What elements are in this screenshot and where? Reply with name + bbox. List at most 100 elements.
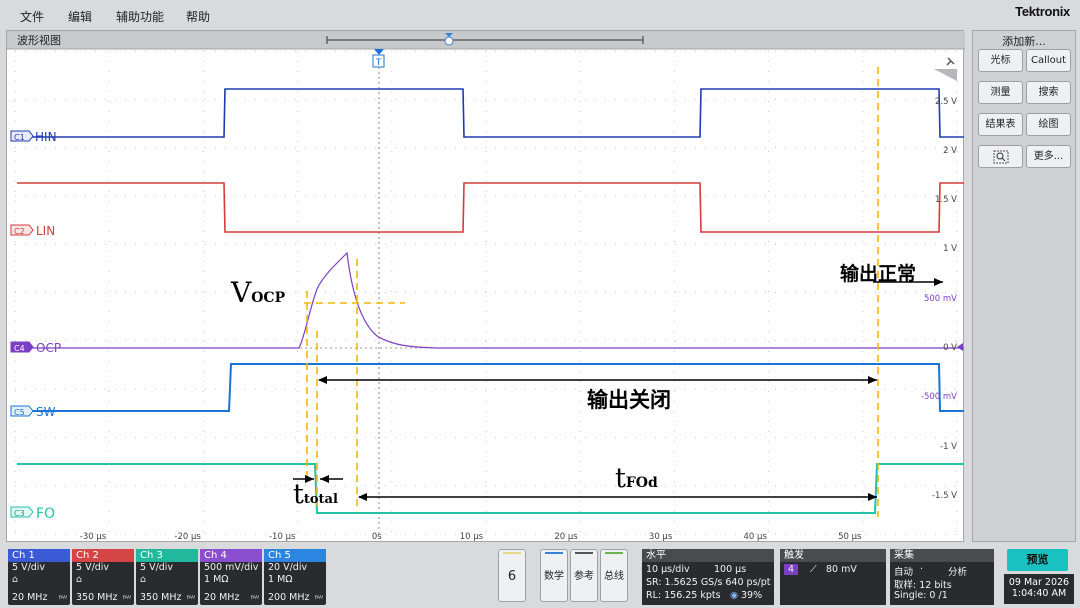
menu-edit[interactable]: 编辑	[68, 8, 92, 25]
single-count: Single: 0 /1	[894, 590, 948, 601]
channel-bandwidth: 350 MHz	[140, 592, 182, 603]
vertical-scale-label: 0 V	[943, 343, 957, 353]
channel-bandwidth: 20 MHz	[204, 592, 240, 603]
channel-badge-title: Ch 1	[8, 549, 70, 562]
channel-badge-3[interactable]: Ch 35 V/div ⌂ 350 MHz ᴮᵂ	[136, 549, 198, 605]
bus-indicator-line	[605, 552, 623, 554]
probe-icon: ⌂	[76, 573, 83, 585]
channel-bandwidth: 200 MHz	[268, 592, 310, 603]
channel-name-text: OCP	[36, 341, 61, 355]
waveform-ocp	[15, 251, 964, 349]
channel-badge-text: C5	[14, 408, 25, 417]
channel-bandwidth: 20 MHz	[12, 592, 48, 603]
channel-label-ocp[interactable]: C4 OCP	[10, 341, 61, 355]
channel-badge-title: Ch 3	[136, 549, 198, 562]
channel-bandwidth: 350 MHz	[76, 592, 118, 603]
trigger-settings[interactable]: 触发 4 ⟋ 80 mV	[780, 549, 886, 605]
channel-badge-4[interactable]: Ch 4 500 mV/div 1 MΩ 20 MHz ᴮᵂ	[200, 549, 262, 605]
time-axis-label: -10 μs	[269, 532, 296, 542]
time-axis-label: 50 μs	[838, 532, 862, 542]
bandwidth-limit-icon: ᴮᵂ	[58, 594, 67, 603]
sample-bits: 取样: 12 bits	[894, 580, 952, 591]
bus-button[interactable]: 总线	[600, 549, 628, 602]
bandwidth-limit-icon: ᴮᵂ	[314, 594, 323, 603]
waveform-lin	[17, 182, 964, 233]
sample-rate: SR: 1.5625 GS/s 640 ps/pt	[646, 577, 771, 588]
record-length: RL: 156.25 kpts	[646, 590, 721, 601]
horizontal-position-icon: ◉	[730, 590, 739, 601]
acquisition-title: 采集	[890, 549, 994, 562]
graticule	[14, 50, 958, 535]
wrench-icon[interactable]	[934, 57, 957, 81]
reference-button[interactable]: 参考	[570, 549, 598, 602]
time-axis-label: 30 μs	[649, 532, 673, 542]
more-button[interactable]: 更多...	[1026, 145, 1071, 168]
vertical-scale-label: 2 V	[943, 146, 957, 156]
add-new-panel: 添加新... 光标 Callout 测量 搜索 结果表 绘图 更多...	[972, 30, 1076, 542]
vertical-scale-labels: 2.5 V 2 V 1.5 V 1 V 500 mV 0 V -500 mV -1 V -1.5…	[921, 97, 957, 501]
bandwidth-limit-icon: ᴮᵂ	[186, 594, 195, 603]
channel-badge-2[interactable]: Ch 25 V/div ⌂ 350 MHz ᴮᵂ	[72, 549, 134, 605]
horizontal-title: 水平	[642, 549, 774, 562]
math-count-button[interactable]: 6	[498, 549, 526, 602]
measure-button[interactable]: 测量	[978, 81, 1023, 104]
record-duration: 100 μs	[714, 564, 747, 575]
time-axis-label: -20 μs	[174, 532, 201, 542]
channel-label-fo[interactable]: C3 FO	[10, 506, 55, 522]
settings-bar: Ch 15 V/div ⌂ 20 MHz ᴮᵂ Ch 25 V/div ⌂ 350 MHz ᴮ…	[0, 543, 1080, 608]
trigger-position-marker[interactable]: T	[372, 49, 385, 68]
rising-edge-icon: ⟋	[810, 564, 817, 575]
channel-badge-5[interactable]: Ch 5 20 V/div 1 MΩ 200 MHz ᴮᵂ	[264, 549, 326, 605]
trigger-source: 4	[784, 564, 799, 575]
time-axis-label: 10 μs	[460, 532, 484, 542]
vertical-scale-label: -500 mV	[921, 392, 957, 402]
zoom-icon	[993, 150, 1008, 164]
cursor-button[interactable]: 光标	[978, 49, 1023, 72]
vertical-scale-label: 500 mV	[924, 294, 957, 304]
channel-badge-title: Ch 5	[264, 549, 326, 562]
date-time: 09 Mar 2026 1:04:40 AM	[1004, 574, 1074, 604]
output-normal-label: 输出正常	[840, 262, 916, 285]
waveform-fo	[17, 463, 964, 514]
callout-button[interactable]: Callout	[1026, 49, 1071, 72]
zoom-button[interactable]	[978, 145, 1023, 168]
vertical-scale-label: 1 V	[943, 244, 957, 254]
analyze-mode: 分析	[948, 567, 968, 578]
channel-badge-text: C2	[14, 227, 25, 236]
channel-name-text: FO	[36, 506, 55, 522]
channel-badge-text: C3	[14, 509, 25, 518]
waveform-canvas[interactable]: 波形视图 T C1 HIN C2 LIN C4 OCP C5 SW C3 FO …	[7, 31, 965, 543]
channel-scale: 5 V/div	[140, 562, 174, 573]
vertical-scale-label: 1.5 V	[935, 195, 957, 205]
channel-scale: 20 V/div	[268, 562, 308, 573]
math-indicator-line	[545, 552, 563, 554]
channel-badge-1[interactable]: Ch 15 V/div ⌂ 20 MHz ᴮᵂ	[8, 549, 70, 605]
menu-help[interactable]: 帮助	[186, 8, 210, 25]
menu-utility[interactable]: 辅助功能	[116, 8, 164, 25]
plot-button[interactable]: 绘图	[1026, 113, 1071, 136]
search-button[interactable]: 搜索	[1026, 81, 1071, 104]
channel-scale: 5 V/div	[76, 562, 110, 573]
probe-icon: ⌂	[140, 573, 147, 585]
math-button[interactable]: 数学	[540, 549, 568, 602]
menu-file[interactable]: 文件	[20, 8, 44, 25]
trigger-level: 80 mV	[826, 564, 857, 575]
time-axis-label: 0s	[372, 532, 382, 542]
waveform-view[interactable]: 波形视图 T C1 HIN C2 LIN C4 OCP C5 SW C3 FO …	[6, 30, 965, 543]
channel-badge-text: C1	[14, 133, 25, 142]
horizontal-settings[interactable]: 水平 10 μs/div 100 μs SR: 1.5625 GS/s 640 …	[642, 549, 774, 605]
add-new-title: 添加新...	[1002, 35, 1046, 48]
acquisition-settings[interactable]: 采集 自动 · 分析 取样: 12 bits Single: 0 /1	[890, 549, 994, 605]
channel-scale: 5 V/div	[12, 562, 46, 573]
channel-label-lin[interactable]: C2 LIN	[10, 224, 55, 238]
tfod-label: tFOd	[615, 463, 658, 494]
channel-name-text: HIN	[35, 130, 57, 144]
channel-impedance: 1 MΩ	[268, 573, 293, 585]
horizontal-position: 39%	[741, 590, 763, 601]
preview-button[interactable]: 预览	[1007, 549, 1068, 571]
horizontal-scale: 10 μs/div	[646, 564, 690, 575]
trigger-marker-label: T	[375, 58, 382, 68]
results-table-button[interactable]: 结果表	[978, 113, 1023, 136]
ocp-offset-marker-icon[interactable]	[957, 343, 963, 351]
bandwidth-limit-icon: ᴮᵂ	[122, 594, 131, 603]
